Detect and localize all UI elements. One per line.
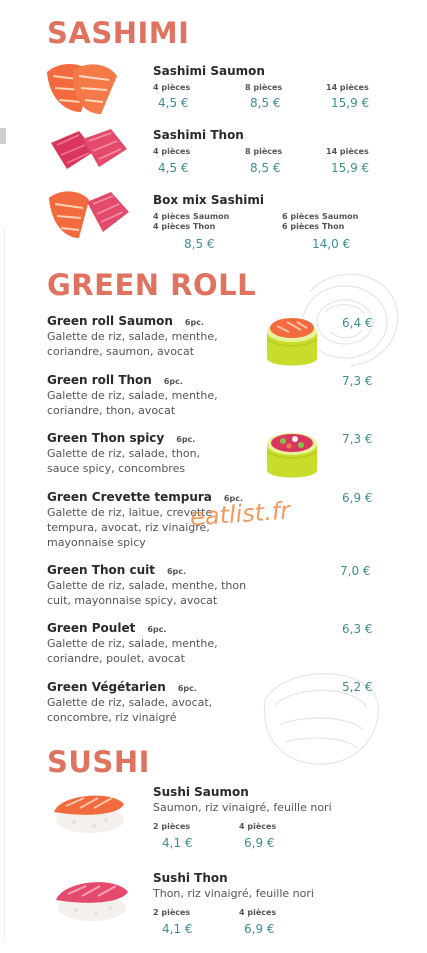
description-line: Galette de riz, salade, avocat, (47, 696, 213, 709)
price: 6,3 € (342, 622, 373, 636)
section-title-sashimi: SASHIMI (47, 16, 190, 50)
item-name: Green roll Saumon 6pc. (47, 314, 204, 328)
qty-label: 4 pièces Thon (153, 222, 216, 231)
item-description: Galette de riz, laitue, crevette tempura,… (47, 505, 212, 550)
description-line: Galette de riz, salade, menthe, (47, 637, 218, 650)
description-line: sauce spicy, concombres (47, 462, 186, 475)
qty-label: 2 pièces (153, 822, 191, 831)
item-description: Galette de riz, salade, thon, sauce spicy… (47, 446, 200, 476)
qty-label: 8 pièces (245, 83, 283, 92)
item-name-text: Green roll Saumon (47, 314, 173, 328)
tuna-nigiri-image (56, 882, 128, 921)
qty-label: 4 pièces (239, 822, 277, 831)
item-name: Green Thon spicy 6pc. (47, 431, 195, 445)
qty-label: 6 pièces Saumon (282, 212, 359, 221)
description-line: coriandre, poulet, avocat (47, 652, 185, 665)
price: 4,5 € (158, 161, 189, 175)
price: 6,9 € (342, 491, 373, 505)
salmon-nigiri-image (54, 795, 124, 833)
price: 15,9 € (331, 96, 370, 110)
qty-label: 6 pièces Thon (282, 222, 345, 231)
price: 4,5 € (158, 96, 189, 110)
nigiri-sketch-illustration (263, 673, 379, 765)
spicy-tuna-roll-image (266, 433, 318, 478)
edge-marker (0, 128, 6, 144)
item-name-text: Green Crevette tempura (47, 490, 212, 504)
item-name-text: Green roll Thon (47, 373, 152, 387)
description-line: Galette de riz, laitue, crevette (47, 506, 213, 519)
item-name-text: Green Thon spicy (47, 431, 165, 445)
description-line: coriandre, thon, avocat (47, 404, 176, 417)
salmon-sashimi-image (47, 63, 117, 114)
description-line: cuit, mayonnaise spicy, avocat (47, 594, 218, 607)
description-line: Galette de riz, salade, menthe, thon (47, 579, 247, 592)
price: 7,0 € (340, 564, 371, 578)
price: 5,2 € (342, 680, 373, 694)
item-name: Green Thon cuit 6pc. (47, 563, 186, 577)
item-name: Green roll Thon 6pc. (47, 373, 183, 387)
item-description: Galette de riz, salade, menthe, coriandre… (47, 329, 218, 359)
mixed-sashimi-image (49, 191, 129, 238)
piece-count: 6pc. (163, 377, 183, 386)
price: 15,9 € (331, 161, 370, 175)
qty-label: 8 pièces (245, 147, 283, 156)
description-line: Galette de riz, salade, menthe, (47, 389, 218, 402)
item-name: Sashimi Thon (153, 128, 244, 142)
item-name: Sushi Thon (153, 871, 228, 885)
price: 8,5 € (250, 161, 281, 175)
qty-label: 4 pièces (153, 147, 191, 156)
section-title-sushi: SUSHI (47, 745, 150, 779)
price: 8,5 € (184, 237, 215, 251)
price: 4,1 € (162, 836, 193, 850)
qty-label: 14 pièces (326, 83, 369, 92)
item-description: Galette de riz, salade, avocat, concombre… (47, 695, 212, 725)
description-line: Galette de riz, salade, thon, (47, 447, 201, 460)
price: 7,3 € (342, 374, 373, 388)
piece-count: 6pc. (176, 435, 196, 444)
price: 14,0 € (312, 237, 351, 251)
description-line: tempura, avocat, riz vinaigré, (47, 521, 210, 534)
salmon-green-roll-image (266, 318, 318, 366)
watermark-text: eatlist.fr (189, 496, 291, 532)
margin-dotted-line (4, 230, 5, 940)
item-description: Galette de riz, salade, menthe, coriandre… (47, 636, 218, 666)
item-name: Sashimi Saumon (153, 64, 265, 78)
item-name-text: Green Végétarien (47, 680, 166, 694)
qty-label: 2 pièces (153, 908, 191, 917)
price: 4,1 € (162, 922, 193, 936)
item-name-text: Green Thon cuit (47, 563, 155, 577)
price: 6,4 € (342, 316, 373, 330)
section-title-green-roll: GREEN ROLL (47, 268, 257, 302)
description-line: Galette de riz, salade, menthe, (47, 330, 218, 343)
item-description: Galette de riz, salade, menthe, thon cuit… (47, 578, 246, 608)
price: 6,9 € (244, 922, 275, 936)
qty-label: 4 pièces (153, 83, 191, 92)
tuna-sashimi-image (51, 129, 127, 169)
qty-label: 4 pièces (239, 908, 277, 917)
item-name-text: Green Poulet (47, 621, 136, 635)
item-description: Thon, riz vinaigré, feuille nori (153, 887, 314, 900)
item-description: Galette de riz, salade, menthe, coriandre… (47, 388, 218, 418)
description-line: concombre, riz vinaigré (47, 711, 177, 724)
price: 7,3 € (342, 432, 373, 446)
description-line: coriandre, saumon, avocat (47, 345, 195, 358)
item-name: Sushi Saumon (153, 785, 249, 799)
qty-label: 14 pièces (326, 147, 369, 156)
piece-count: 6pc. (184, 318, 204, 327)
qty-label: 4 pièces Saumon (153, 212, 230, 221)
piece-count: 6pc. (177, 684, 197, 693)
piece-count: 6pc. (147, 625, 167, 634)
piece-count: 6pc. (166, 567, 187, 576)
description-line: mayonnaise spicy (47, 536, 146, 549)
price: 8,5 € (250, 96, 281, 110)
item-name: Box mix Sashimi (153, 193, 264, 207)
item-name: Green Poulet 6pc. (47, 621, 166, 635)
item-name: Green Végétarien 6pc. (47, 680, 197, 694)
item-description: Saumon, riz vinaigré, feuille nori (153, 801, 332, 814)
price: 6,9 € (244, 836, 275, 850)
